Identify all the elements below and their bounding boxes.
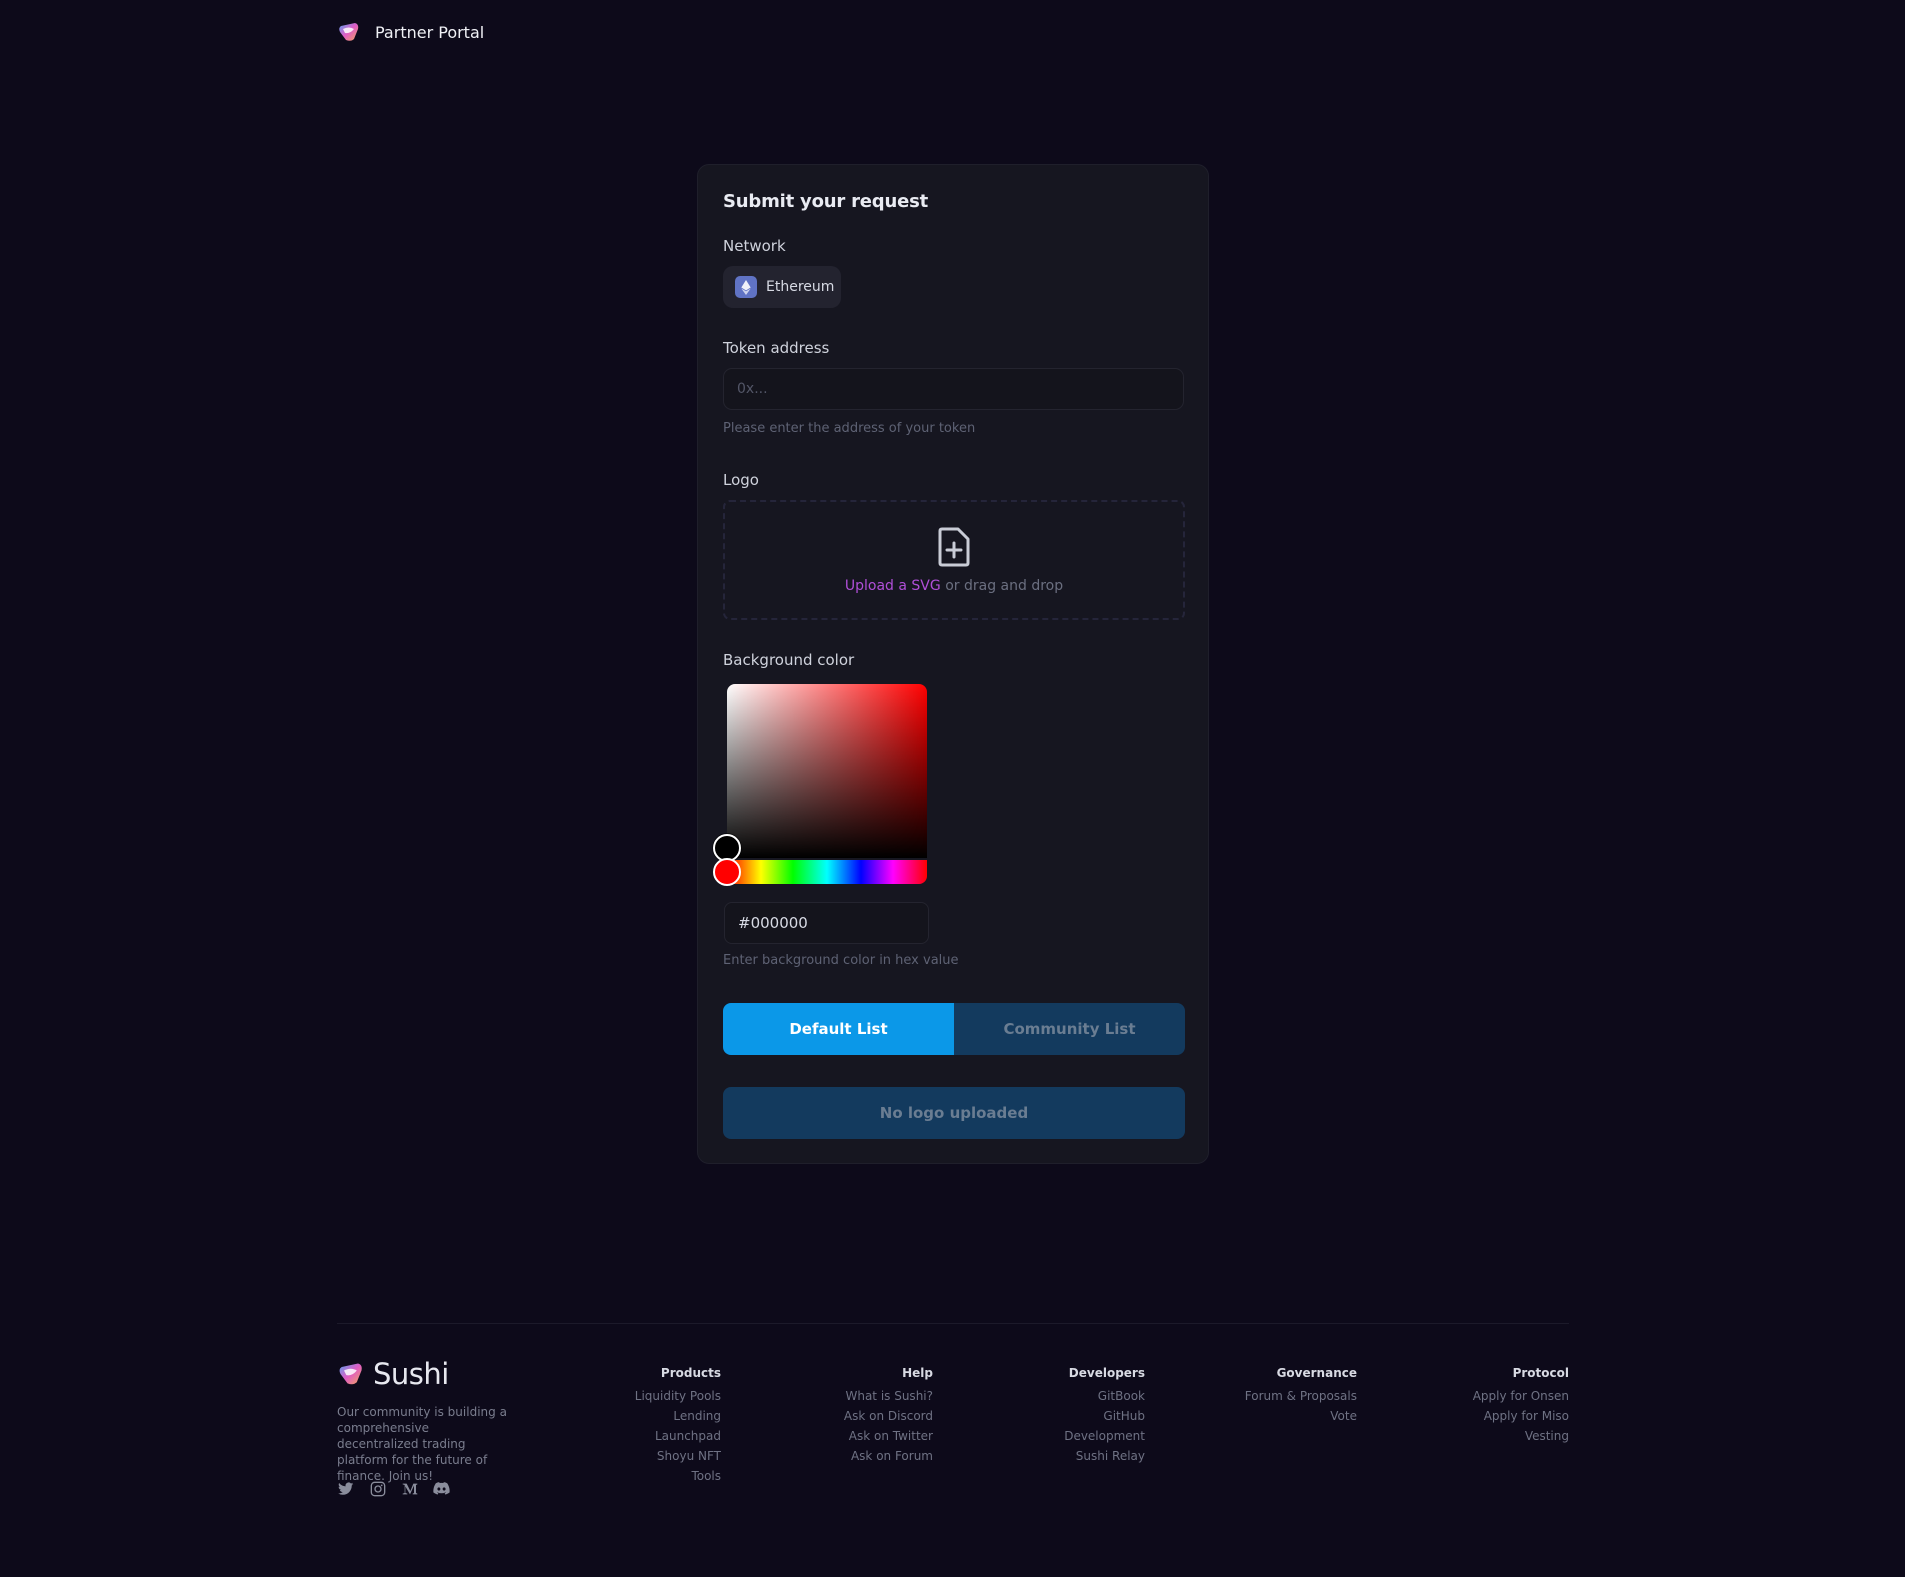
network-label: Network <box>723 237 786 255</box>
twitter-icon[interactable] <box>337 1480 354 1497</box>
footer-link[interactable]: Tools <box>635 1466 721 1486</box>
footer-col-protocol: Protocol Apply for Onsen Apply for Miso … <box>1473 1366 1569 1446</box>
footer-col-title: Developers <box>1068 1366 1145 1380</box>
color-hue-slider[interactable] <box>727 860 927 884</box>
upload-instructions: Upload a SVG or drag and drop <box>845 578 1063 594</box>
footer-col-developers: Developers GitBook GitHub Development Su… <box>1064 1366 1145 1466</box>
token-address-helper: Please enter the address of your token <box>723 421 976 436</box>
request-form-card: Submit your request Network Ethereum Tok… <box>697 164 1209 1164</box>
footer-link[interactable]: Ask on Discord <box>844 1406 933 1426</box>
hex-color-input[interactable] <box>738 914 928 932</box>
footer-col-title: Governance <box>1276 1366 1357 1380</box>
logo-label: Logo <box>723 471 759 489</box>
discord-icon[interactable] <box>433 1480 450 1497</box>
footer-link[interactable]: What is Sushi? <box>844 1386 933 1406</box>
footer-divider <box>337 1323 1569 1324</box>
footer-link[interactable]: Ask on Forum <box>844 1446 933 1466</box>
sushi-logo-icon[interactable] <box>337 20 361 44</box>
footer-link[interactable]: GitBook <box>1064 1386 1145 1406</box>
footer-link[interactable]: Launchpad <box>635 1426 721 1446</box>
footer-col-title: Help <box>902 1366 933 1380</box>
upload-suffix: or drag and drop <box>940 578 1064 594</box>
footer-link[interactable]: GitHub <box>1064 1406 1145 1426</box>
submit-button[interactable]: No logo uploaded <box>723 1087 1185 1139</box>
background-color-label: Background color <box>723 651 855 669</box>
footer-link[interactable]: Lending <box>635 1406 721 1426</box>
social-links <box>337 1480 450 1497</box>
token-address-input[interactable] <box>737 381 1183 397</box>
footer-brand: Sushi <box>337 1357 449 1391</box>
footer-link[interactable]: Liquidity Pools <box>635 1386 721 1406</box>
footer-link[interactable]: Vesting <box>1473 1426 1569 1446</box>
header: Partner Portal <box>337 20 484 44</box>
upload-svg-link[interactable]: Upload a SVG <box>845 578 941 594</box>
page: Partner Portal Submit your request Netwo… <box>0 0 1905 1577</box>
footer-col-products: Products Liquidity Pools Lending Launchp… <box>635 1366 721 1486</box>
token-address-label: Token address <box>723 339 830 357</box>
sushi-logo-icon[interactable] <box>337 1360 365 1388</box>
footer-link[interactable]: Apply for Miso <box>1473 1406 1569 1426</box>
hex-color-field[interactable] <box>724 902 929 944</box>
footer-link[interactable]: Apply for Onsen <box>1473 1386 1569 1406</box>
footer-col-title: Protocol <box>1512 1366 1569 1380</box>
form-title: Submit your request <box>723 191 929 212</box>
footer-col-governance: Governance Forum & Proposals Vote <box>1245 1366 1357 1426</box>
token-address-field[interactable] <box>723 368 1184 410</box>
default-list-button[interactable]: Default List <box>723 1003 954 1055</box>
background-color-helper: Enter background color in hex value <box>723 953 959 968</box>
footer-col-help: Help What is Sushi? Ask on Discord Ask o… <box>844 1366 933 1466</box>
medium-icon[interactable] <box>401 1480 418 1497</box>
file-plus-icon <box>938 527 970 567</box>
ethereum-icon <box>735 276 757 298</box>
footer-link[interactable]: Shoyu NFT <box>635 1446 721 1466</box>
footer-link[interactable]: Ask on Twitter <box>844 1426 933 1446</box>
header-title: Partner Portal <box>375 22 485 42</box>
list-type-toggle: Default List Community List <box>723 1003 1185 1055</box>
community-list-button[interactable]: Community List <box>954 1003 1185 1055</box>
footer-link[interactable]: Forum & Proposals <box>1245 1386 1357 1406</box>
hue-pointer[interactable] <box>713 858 741 886</box>
footer-link[interactable]: Development <box>1064 1426 1145 1446</box>
footer-brand-name: Sushi <box>373 1357 449 1391</box>
logo-dropzone[interactable]: Upload a SVG or drag and drop <box>723 500 1185 620</box>
footer-link[interactable]: Sushi Relay <box>1064 1446 1145 1466</box>
instagram-icon[interactable] <box>369 1480 386 1497</box>
footer-description: Our community is building a comprehensiv… <box>337 1405 507 1483</box>
footer-link[interactable]: Vote <box>1245 1406 1357 1426</box>
network-selector[interactable]: Ethereum <box>723 266 841 308</box>
network-selected-label: Ethereum <box>766 279 835 295</box>
color-saturation-area[interactable] <box>727 684 927 858</box>
footer-col-title: Products <box>660 1366 721 1380</box>
